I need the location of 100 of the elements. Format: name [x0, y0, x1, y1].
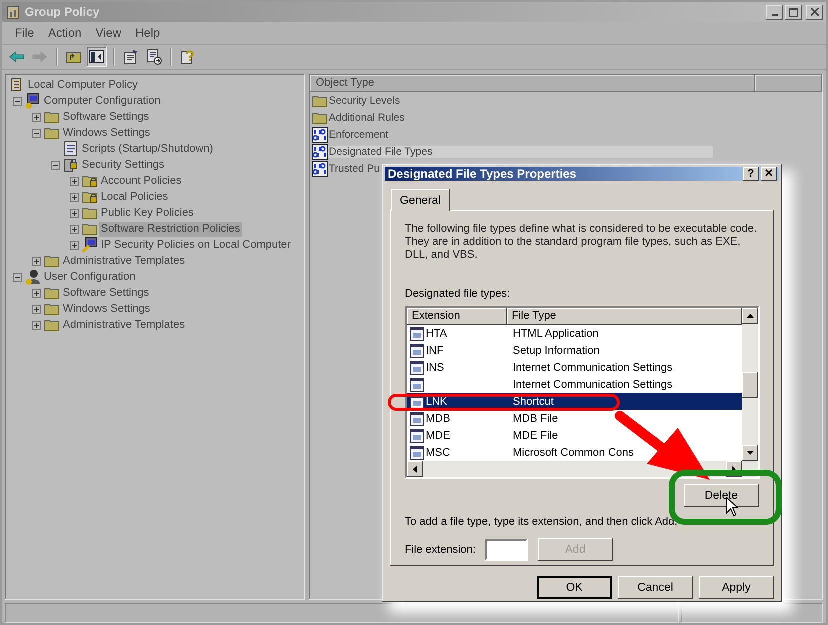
file-type-row[interactable]: MDB MDB File: [407, 410, 742, 427]
file-type-row[interactable]: INS Internet Communication Settings: [407, 359, 742, 376]
tree-item[interactable]: Windows Settings: [61, 302, 152, 316]
expand-icon[interactable]: [32, 304, 41, 314]
minimize-button[interactable]: [766, 4, 783, 20]
list-item[interactable]: Additional Rules: [328, 112, 406, 124]
network-icon: [82, 237, 98, 253]
apply-button[interactable]: Apply: [699, 576, 774, 599]
column-header[interactable]: Extension: [407, 308, 507, 325]
collapse-icon[interactable]: [13, 272, 22, 282]
table-cell: INS: [426, 362, 444, 374]
tree-item[interactable]: Account Policies: [99, 174, 184, 188]
tree-item[interactable]: Administrative Templates: [61, 254, 188, 268]
down-arrow-icon[interactable]: [746, 451, 754, 455]
list-item[interactable]: Trusted Pu: [328, 162, 381, 174]
tree-item[interactable]: Scripts (Startup/Shutdown): [80, 142, 216, 156]
tree-pane-icon[interactable]: [87, 47, 107, 67]
security-icon: [63, 157, 79, 173]
tree-item[interactable]: Software Settings: [61, 110, 152, 124]
expand-icon[interactable]: [32, 320, 41, 330]
file-icon: [410, 344, 424, 358]
binary-icon: [312, 126, 328, 142]
tree-item[interactable]: Software Restriction Policies: [99, 222, 242, 236]
file-icon: [410, 326, 424, 340]
tree-item[interactable]: Local Computer Policy: [26, 78, 140, 92]
extension-field[interactable]: [485, 538, 528, 560]
collapse-icon[interactable]: [13, 96, 22, 106]
table-cell-text: Microsoft Common Cons: [512, 446, 636, 458]
table-cell-text: MDE File: [512, 430, 560, 442]
table-cell-text: Shortcut: [512, 396, 555, 408]
expand-icon[interactable]: [70, 224, 79, 234]
file-icon: [410, 446, 424, 460]
table-cell: LNK: [426, 396, 448, 408]
delete-button[interactable]: Delete: [684, 484, 759, 507]
table-cell-text: HTML Application: [512, 328, 600, 340]
tree-item[interactable]: Administrative Templates: [61, 318, 188, 332]
list-item[interactable]: Security Levels: [328, 94, 402, 106]
script-icon: [63, 141, 79, 157]
table-cell: INF: [426, 344, 444, 356]
table-cell: MDE: [426, 430, 450, 442]
field-label: File extension:: [405, 544, 477, 556]
tree-item[interactable]: IP Security Policies on Local Computer: [99, 238, 293, 252]
collapse-icon[interactable]: [51, 160, 60, 170]
list-item[interactable]: Enforcement: [328, 128, 390, 140]
collapse-icon[interactable]: [32, 128, 41, 138]
up-arrow-icon[interactable]: [746, 314, 754, 318]
list-label: Designated file types:: [405, 288, 512, 300]
tree-item[interactable]: Security Settings: [80, 158, 167, 172]
tree-item[interactable]: Computer Configuration: [42, 94, 163, 108]
file-type-row[interactable]: INF Setup Information: [407, 342, 742, 359]
maximize-icon: [789, 8, 798, 16]
expand-icon[interactable]: [32, 112, 41, 122]
table-cell: MDB: [426, 412, 450, 424]
close-button[interactable]: ✕: [761, 167, 777, 181]
file-type-row[interactable]: MDE MDE File: [407, 427, 742, 444]
file-icon: [410, 428, 424, 442]
menu-item[interactable]: Action: [41, 26, 89, 40]
window-title: Group Policy: [25, 5, 100, 19]
maximize-button[interactable]: [785, 4, 802, 20]
right-arrow-icon[interactable]: [732, 466, 736, 472]
close-button[interactable]: [806, 4, 823, 20]
table-cell-text: MDB File: [512, 412, 560, 424]
binary-icon: [312, 144, 328, 160]
cancel-button[interactable]: Cancel: [618, 576, 693, 599]
column-header[interactable]: Object Type: [310, 75, 755, 92]
help-button[interactable]: ?: [743, 167, 759, 181]
file-type-row[interactable]: HTA HTML Application: [407, 325, 742, 342]
file-icon: [410, 360, 424, 374]
expand-icon[interactable]: [70, 176, 79, 186]
left-arrow-icon[interactable]: [413, 466, 417, 472]
list-item[interactable]: Designated File Types: [328, 146, 713, 158]
tree-item[interactable]: Local Policies: [99, 190, 170, 204]
tree-item[interactable]: Windows Settings: [61, 126, 152, 140]
close-icon: [810, 8, 818, 16]
expand-icon[interactable]: [70, 208, 79, 218]
expand-icon[interactable]: [32, 288, 41, 298]
tree-item[interactable]: Public Key Policies: [99, 206, 196, 220]
ok-button[interactable]: OK: [537, 576, 612, 599]
user-icon: [25, 269, 41, 285]
menu-item[interactable]: File: [8, 26, 42, 40]
expand-icon[interactable]: [32, 256, 41, 266]
computer-icon: [25, 93, 41, 109]
column-header[interactable]: [755, 75, 822, 92]
tree-item[interactable]: Software Settings: [61, 286, 152, 300]
tab[interactable]: General: [391, 189, 450, 211]
file-type-row[interactable]: Internet Communication Settings: [407, 376, 742, 393]
column-header[interactable]: File Type: [507, 308, 742, 325]
table-cell-text: Internet Communication Settings: [512, 362, 674, 374]
expand-icon[interactable]: [70, 192, 79, 202]
file-icon: [410, 412, 424, 426]
file-icon: [410, 378, 424, 392]
expand-icon[interactable]: [70, 240, 79, 250]
tree-item[interactable]: User Configuration: [42, 270, 138, 284]
menu-item[interactable]: View: [88, 26, 128, 40]
scrollbar[interactable]: [742, 308, 758, 461]
file-type-row[interactable]: MSC Microsoft Common Cons: [407, 444, 742, 461]
scroll-thumb[interactable]: [742, 372, 758, 398]
table-cell-text: Setup Information: [512, 344, 601, 356]
table-cell-text: Internet Communication Settings: [512, 378, 674, 390]
menu-item[interactable]: Help: [128, 26, 168, 40]
